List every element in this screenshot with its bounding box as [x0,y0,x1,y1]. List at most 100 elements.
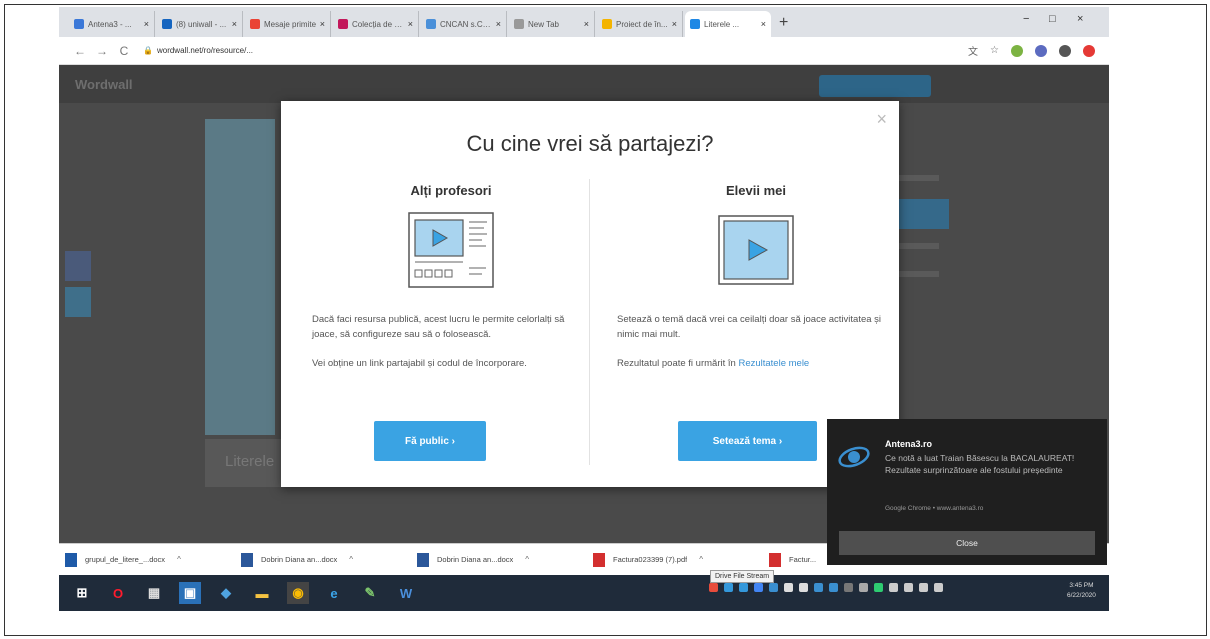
browser-tab[interactable]: Antena3 - ... × [69,11,155,37]
extension-icon[interactable] [1035,44,1047,57]
tab-label: (8) uniwall - ... [176,19,227,29]
share-modal: × Cu cine vrei să partajezi? Alți profes… [281,101,899,487]
windows-start-icon[interactable]: ⊞ [71,582,93,604]
tray-icon[interactable] [784,583,793,592]
sidebar-item [899,175,939,181]
download-item[interactable]: Factura023399 (7).pdf ^ [593,552,769,567]
star-icon[interactable]: ☆ [990,45,999,56]
word-icon[interactable]: W [395,582,417,604]
word-file-icon [65,552,77,567]
tray-icon[interactable] [709,583,718,592]
antena3-logo-icon [838,446,870,468]
chevron-up-icon[interactable]: ^ [349,555,353,564]
tab-close-icon[interactable]: × [232,19,237,29]
browser-tab[interactable]: (8) uniwall - ... × [157,11,243,37]
tab-label: New Tab [528,19,559,29]
notification-close-button[interactable]: Close [839,531,1095,555]
tray-icon[interactable] [799,583,808,592]
tab-favicon-icon [690,19,700,29]
download-filename: Factur... [789,555,817,564]
my-results-link[interactable]: Rezultatele mele [738,358,809,369]
tab-close-icon[interactable]: × [320,19,325,29]
chevron-up-icon[interactable]: ^ [177,555,181,564]
tab-label: Mesaje primite [264,19,317,29]
tray-icon[interactable] [724,583,733,592]
sidebar-item [899,243,939,249]
tab-close-icon[interactable]: × [144,19,149,29]
tab-close-icon[interactable]: × [672,19,677,29]
tab-close-icon[interactable]: × [584,19,589,29]
volume-icon[interactable] [919,583,928,592]
twitter-icon [65,287,91,317]
translate-icon[interactable]: 文 [968,43,978,58]
tab-favicon-icon [74,19,84,29]
download-item[interactable]: grupul_de_litere_...docx ^ [65,552,241,567]
site-header [59,65,1109,103]
maximize-icon[interactable]: □ [1049,13,1056,25]
tray-icon[interactable] [859,583,868,592]
profile-icon[interactable] [1059,44,1071,57]
students-heading: Elevii mei [726,183,786,198]
activity-preview [205,119,275,435]
calculator-icon[interactable]: ▦ [143,582,165,604]
set-assignment-illustration-icon [718,215,794,285]
tray-icon[interactable] [829,583,838,592]
browser-tab[interactable]: Mesaje primite × [245,11,331,37]
clock[interactable]: 3:45 PM 6/22/2020 [1067,581,1096,601]
tray-icon[interactable] [889,583,898,592]
extension-icon[interactable] [1011,44,1023,57]
app-icon[interactable]: ▣ [179,582,201,604]
opera-icon[interactable]: O [107,582,129,604]
tab-favicon-icon [162,19,172,29]
system-tray [709,583,943,592]
tab-label: Literele ... [704,19,740,29]
browser-tab-active[interactable]: Literele ... × [685,11,771,37]
network-icon[interactable] [904,583,913,592]
url-field[interactable]: 🔒 wordwall.net/ro/resource/... [143,46,968,55]
tray-icon[interactable] [874,583,883,592]
tray-icon[interactable] [844,583,853,592]
reload-icon[interactable]: C [113,44,135,58]
language-icon[interactable] [934,583,943,592]
new-tab-button[interactable]: + [779,11,788,37]
chrome-icon[interactable]: ◉ [287,582,309,604]
tray-icon[interactable] [814,583,823,592]
tray-icon[interactable] [739,583,748,592]
opera-icon[interactable] [1083,44,1095,57]
browser-tab[interactable]: Colecția de c... × [333,11,419,37]
browser-tab[interactable]: Proiect de în... × [597,11,683,37]
notification-source: Google Chrome • www.antena3.ro [885,505,984,512]
clock-date: 6/22/2020 [1067,592,1096,599]
tray-icon[interactable] [754,583,763,592]
chevron-up-icon[interactable]: ^ [525,555,529,564]
download-item[interactable]: Dobrin Diana an...docx ^ [241,552,417,567]
set-assignment-button[interactable]: Setează tema › [678,421,817,461]
public-resource-illustration-icon [408,212,494,288]
taskbar-tooltip: Drive File Stream [710,570,775,583]
tab-close-icon[interactable]: × [496,19,501,29]
edge-icon[interactable]: e [323,582,345,604]
tab-close-icon[interactable]: × [408,19,413,29]
window-close-icon[interactable]: × [1077,13,1083,25]
chevron-up-icon[interactable]: ^ [699,555,703,564]
minimize-icon[interactable]: − [1023,13,1029,25]
back-icon[interactable]: ← [69,44,91,58]
tray-icon[interactable] [769,583,778,592]
app-icon[interactable]: ✎ [359,582,381,604]
download-item[interactable]: Dobrin Diana an...docx ^ [417,552,593,567]
activity-title: Literele [225,453,275,470]
forward-icon[interactable]: → [91,44,113,58]
make-public-button[interactable]: Fă public › [374,421,486,461]
browser-tab[interactable]: CNCAN s.CN... × [421,11,507,37]
site-logo: Wordwall [75,77,133,92]
students-column: Elevii mei Setează o temă dacă vrei ca c… [617,183,895,461]
modal-close-icon[interactable]: × [876,109,887,130]
download-filename: Factura023399 (7).pdf [613,555,688,564]
desktop-screen: Antena3 - ... × (8) uniwall - ... × Mesaje… [59,7,1109,611]
file-explorer-icon[interactable]: ▬ [251,582,273,604]
browser-tab[interactable]: New Tab × [509,11,595,37]
app-icon[interactable]: ◆ [215,582,237,604]
tab-favicon-icon [602,19,612,29]
tab-close-icon[interactable]: × [761,19,766,29]
teachers-column: Alți profesori Dacă faci resursa publică… [312,183,590,461]
